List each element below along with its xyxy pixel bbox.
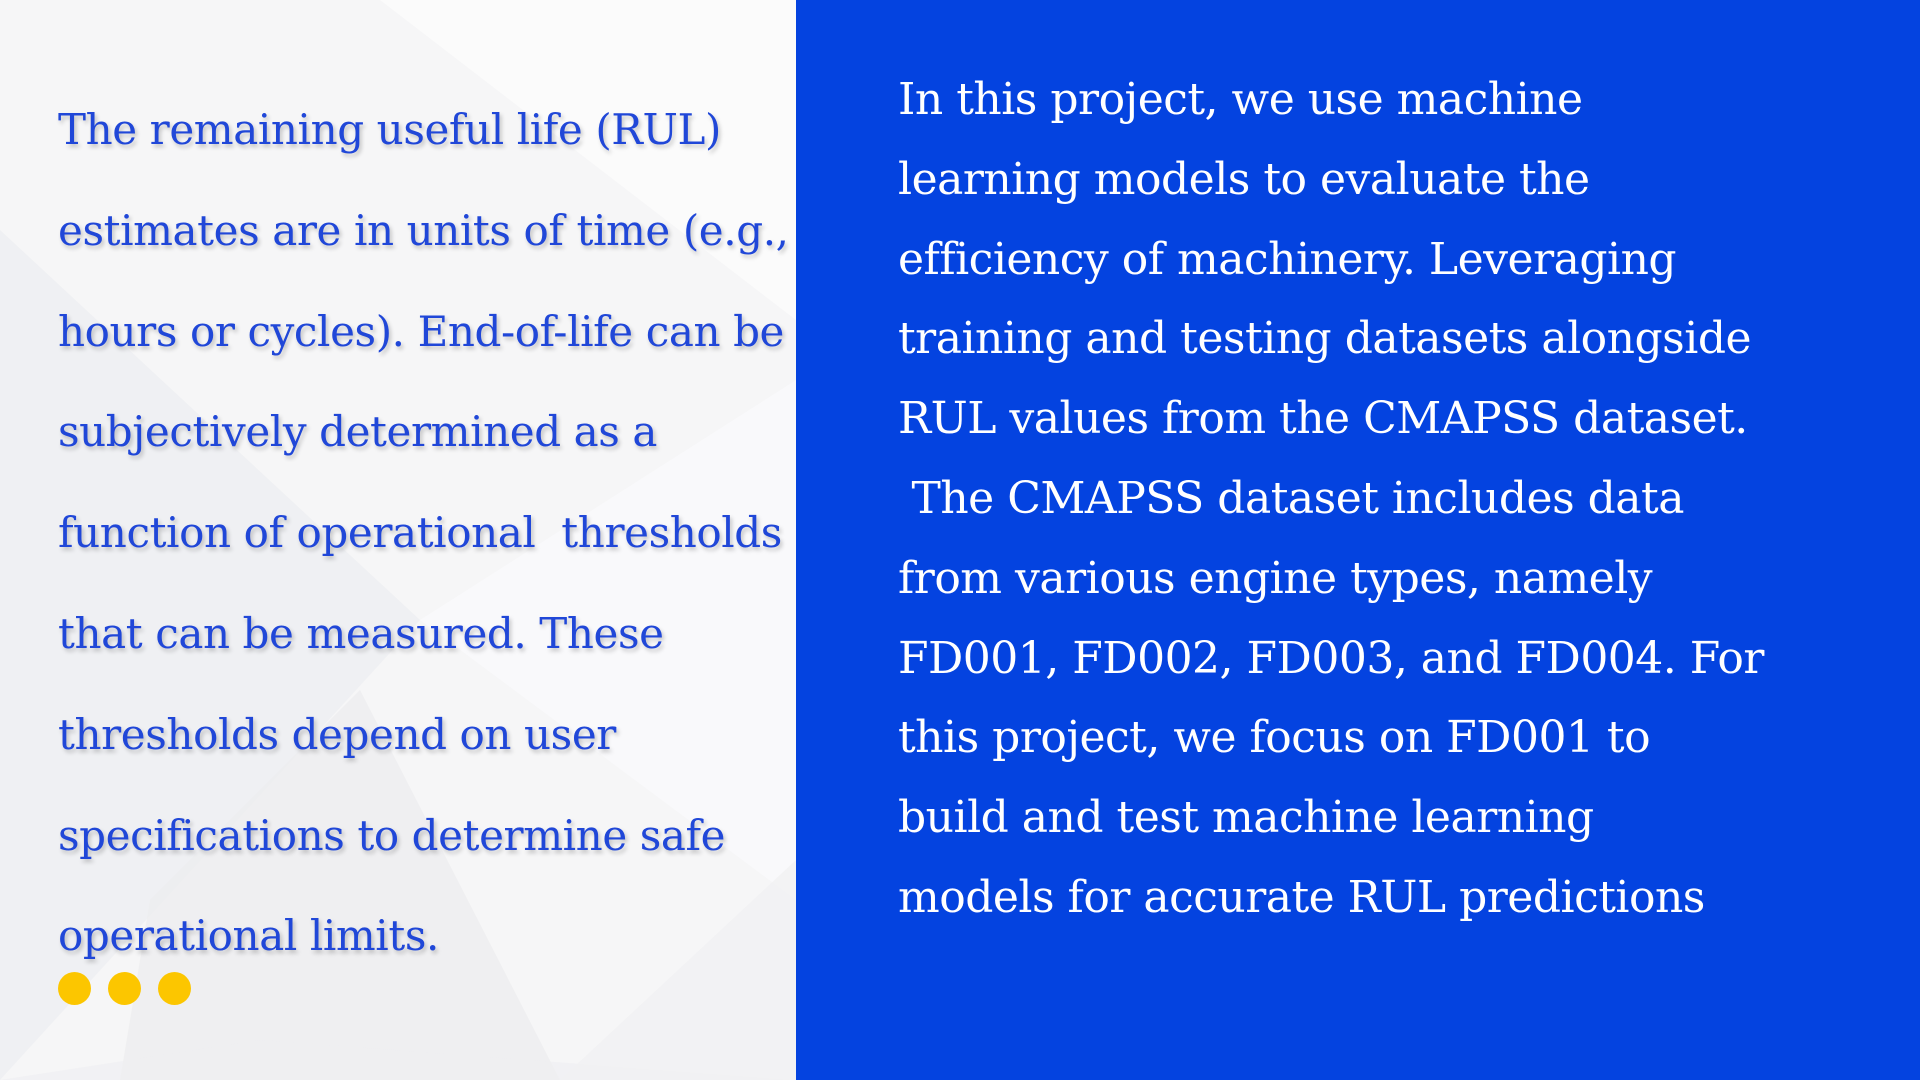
left-paragraph-line: function of operational thresholds (58, 508, 782, 558)
right-paragraph-line: learning models to evaluate the (898, 153, 1590, 205)
decorative-dots (58, 972, 191, 1005)
right-paragraph-line: efficiency of machinery. Leveraging (898, 233, 1677, 285)
right-paragraph-line: training and testing datasets alongside (898, 313, 1752, 365)
right-paragraph-line: from various engine types, namely (898, 552, 1653, 604)
left-paragraph: The remaining useful life (RUL) estimate… (58, 80, 789, 987)
left-paragraph-line: specifications to determine safe (58, 810, 726, 860)
left-paragraph-line: The remaining useful life (RUL) (58, 105, 722, 154)
yellow-dot-icon (58, 972, 91, 1005)
right-paragraph-line: build and test machine learning (898, 792, 1594, 844)
left-paragraph-line: thresholds depend on user (58, 709, 616, 759)
right-paragraph-line: models for accurate RUL predictions (898, 871, 1705, 923)
right-paragraph-line: In this project, we use machine (898, 74, 1583, 125)
right-paragraph-line: RUL values from the CMAPSS dataset. (898, 393, 1748, 445)
left-panel: The remaining useful life (RUL) estimate… (0, 0, 796, 1080)
slide: The remaining useful life (RUL) estimate… (0, 0, 1920, 1080)
left-paragraph-line: hours or cycles). End-of-life can be (58, 306, 785, 356)
right-panel: In this project, we use machine learning… (796, 0, 1920, 1080)
left-paragraph-line: subjectively determined as a (58, 407, 658, 457)
right-paragraph: In this project, we use machine learning… (898, 60, 1898, 938)
right-paragraph-line: this project, we focus on FD001 to (898, 712, 1651, 764)
left-paragraph-line: estimates are in units of time (e.g., (58, 205, 789, 255)
right-paragraph-line: The CMAPSS dataset includes data (898, 472, 1684, 524)
yellow-dot-icon (158, 972, 191, 1005)
yellow-dot-icon (108, 972, 141, 1005)
right-paragraph-line: FD001, FD002, FD003, and FD004. For (898, 632, 1764, 684)
left-paragraph-line: that can be measured. These (58, 608, 664, 658)
